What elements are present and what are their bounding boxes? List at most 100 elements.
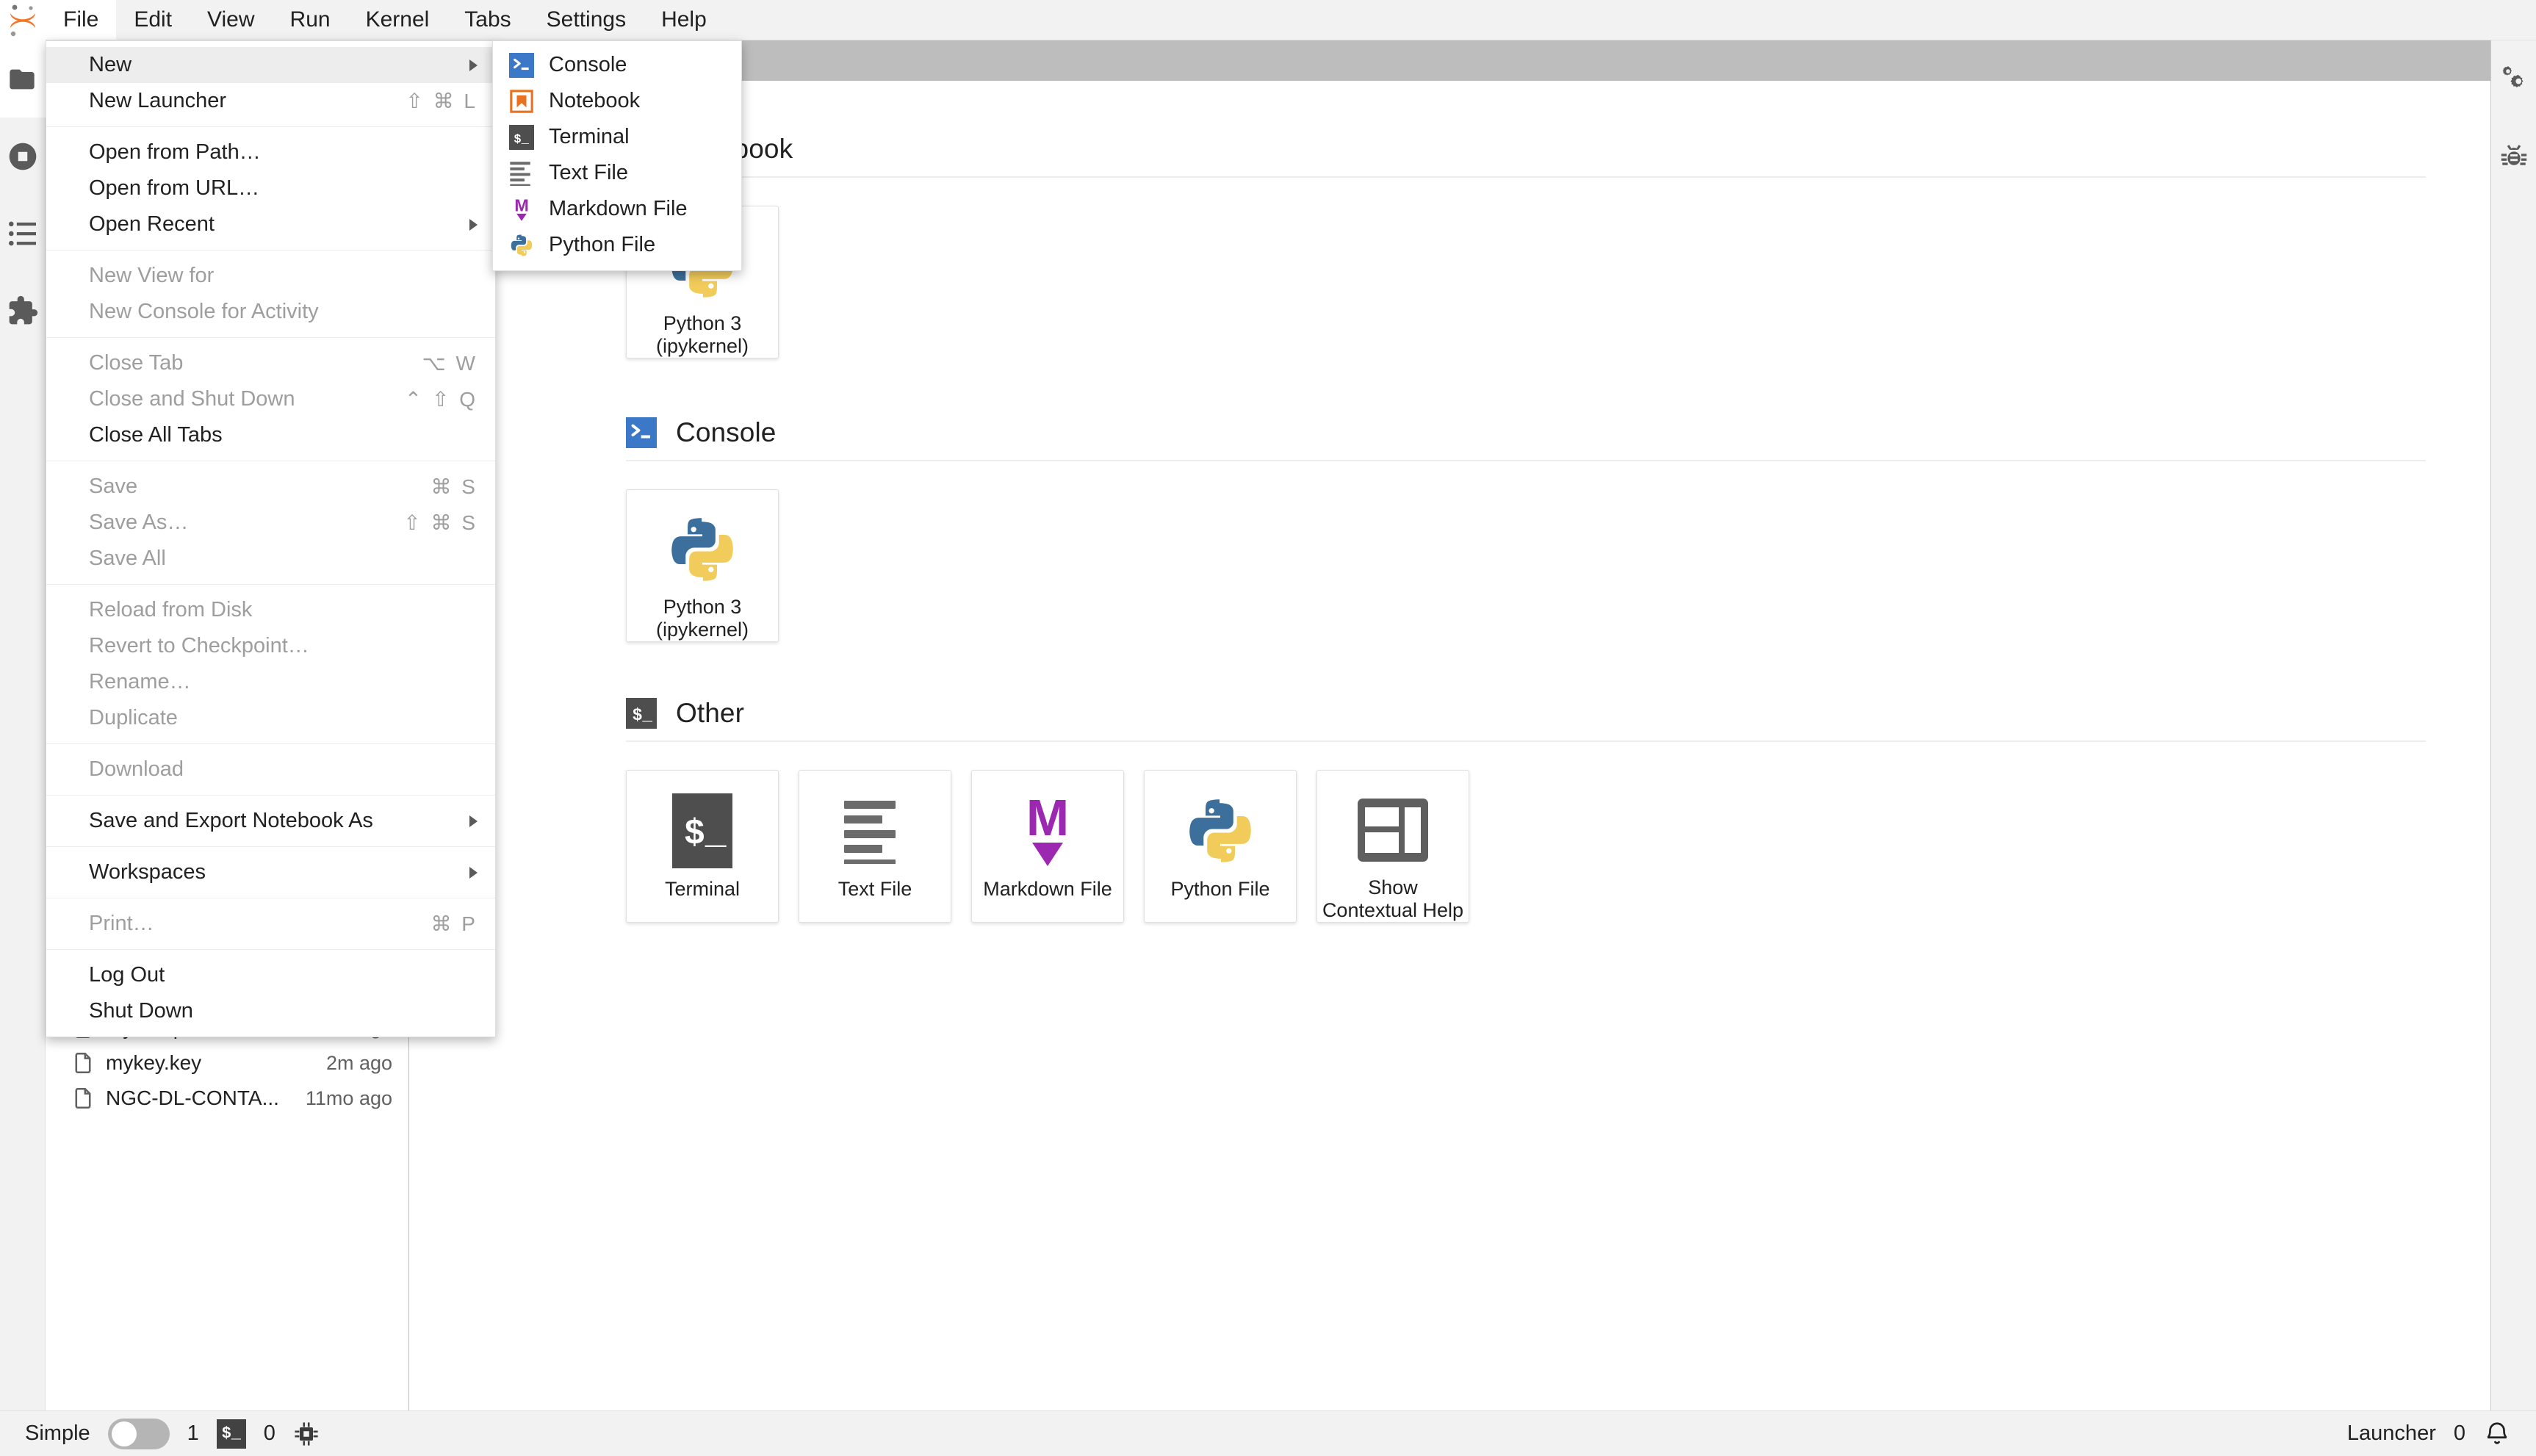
jupyter-logo xyxy=(0,0,46,40)
section-title: Console xyxy=(676,417,776,448)
sidebar-item-extensions[interactable] xyxy=(0,272,46,349)
menu-option-save-as: Save As… ⇧ ⌘ S xyxy=(46,505,495,541)
menu-option-label: Shut Down xyxy=(89,999,478,1023)
menu-option-shortcut: ⌃ ⇧ Q xyxy=(405,387,478,411)
sidebar-item-running[interactable] xyxy=(0,118,46,195)
menu-item-tabs[interactable]: Tabs xyxy=(447,0,528,40)
section-header: Notebook xyxy=(626,134,2426,178)
card-row: Python 3(ipykernel) xyxy=(626,206,2426,358)
card-label: Markdown File xyxy=(979,878,1117,901)
menu-option-save: Save ⌘ S xyxy=(46,469,495,505)
right-activity-bar xyxy=(2490,40,2536,1410)
launcher-card-python-file[interactable]: Python File xyxy=(1144,770,1297,923)
submenu-option-text-file[interactable]: Text File xyxy=(493,155,741,191)
menu-item-edit[interactable]: Edit xyxy=(116,0,190,40)
menu-option-open-from-path[interactable]: Open from Path… xyxy=(46,134,495,170)
menu-option-label: Download xyxy=(89,757,478,782)
submenu-option-terminal[interactable]: $_ Terminal xyxy=(493,119,741,155)
terminal-icon: $_ xyxy=(672,791,732,871)
launcher-panel: Notebook Python 3(ipykernel) xyxy=(409,81,2490,1410)
sidebar-item-file-browser[interactable] xyxy=(0,40,46,118)
stop-circle-icon xyxy=(7,140,39,173)
submenu-option-label: Terminal xyxy=(549,125,630,149)
menu-option-revert-to-checkpoint: Revert to Checkpoint… xyxy=(46,628,495,664)
terminal-count[interactable]: 0 xyxy=(264,1421,275,1446)
gears-icon xyxy=(2498,63,2530,95)
menu-option-label: Close Tab xyxy=(89,351,405,375)
menu-option-label: Save All xyxy=(89,547,478,571)
menu-separator xyxy=(46,584,495,585)
menu-option-workspaces[interactable]: Workspaces xyxy=(46,854,495,890)
menu-option-print: Print… ⌘ P xyxy=(46,906,495,942)
menu-option-new[interactable]: New xyxy=(46,47,495,83)
sidebar-item-property-inspector[interactable] xyxy=(2491,40,2536,118)
menu-option-label: Revert to Checkpoint… xyxy=(89,634,478,658)
menu-option-new-launcher[interactable]: New Launcher ⇧ ⌘ L xyxy=(46,83,495,119)
menu-option-label: Open from URL… xyxy=(89,176,478,201)
menu-option-label: New xyxy=(89,53,456,77)
submenu-option-label: Notebook xyxy=(549,89,640,113)
launcher-card-terminal[interactable]: $_ Terminal xyxy=(626,770,779,923)
menu-item-help[interactable]: Help xyxy=(644,0,724,40)
menu-option-new-view-for: New View for xyxy=(46,258,495,294)
list-icon xyxy=(8,220,37,247)
card-row: $_ Terminal xyxy=(626,770,2426,923)
submenu-option-notebook[interactable]: Notebook xyxy=(493,83,741,119)
file-name: NGC-DL-CONTA... xyxy=(106,1086,306,1110)
menu-option-open-from-url[interactable]: Open from URL… xyxy=(46,170,495,206)
card-label: Terminal xyxy=(660,878,744,901)
menu-separator xyxy=(46,743,495,744)
menu-option-save-and-export-notebook-as[interactable]: Save and Export Notebook As xyxy=(46,803,495,839)
submenu-option-label: Text File xyxy=(549,161,628,185)
launcher-card-contextual-help[interactable]: ShowContextual Help xyxy=(1316,770,1469,923)
card-label: Python 3(ipykernel) xyxy=(652,596,753,641)
simple-mode-label: Simple xyxy=(25,1421,90,1446)
markdown-icon: M xyxy=(509,197,534,222)
file-menu-dropdown: New New Launcher ⇧ ⌘ L Open from Path… O… xyxy=(46,40,496,1037)
menu-item-view[interactable]: View xyxy=(190,0,272,40)
section-header: Console xyxy=(626,417,2426,461)
menu-option-log-out[interactable]: Log Out xyxy=(46,957,495,993)
menu-option-label: Rename… xyxy=(89,670,478,694)
launcher-card-text-file[interactable]: Text File xyxy=(799,770,951,923)
menu-option-download: Download xyxy=(46,752,495,788)
bell-icon[interactable] xyxy=(2483,1420,2511,1448)
launcher-card-python3-console[interactable]: Python 3(ipykernel) xyxy=(626,489,779,642)
menu-option-open-recent[interactable]: Open Recent xyxy=(46,206,495,242)
menu-item-file[interactable]: File xyxy=(46,0,116,40)
svg-text:$_: $_ xyxy=(514,133,529,147)
simple-mode-toggle[interactable] xyxy=(108,1419,170,1449)
submenu-option-markdown-file[interactable]: M Markdown File xyxy=(493,191,741,227)
menu-option-duplicate: Duplicate xyxy=(46,700,495,736)
text-file-icon xyxy=(509,161,534,186)
list-item[interactable]: mykey.key 2m ago xyxy=(46,1045,408,1081)
sidebar-item-debugger[interactable] xyxy=(2491,118,2536,195)
terminal-icon: $_ xyxy=(509,125,534,150)
menu-item-settings[interactable]: Settings xyxy=(529,0,644,40)
menu-separator xyxy=(46,846,495,847)
menu-option-label: Duplicate xyxy=(89,706,478,730)
console-icon xyxy=(626,417,657,448)
chevron-right-icon xyxy=(469,219,478,231)
kernel-count[interactable]: 1 xyxy=(187,1421,199,1446)
card-label: Text File xyxy=(834,878,917,901)
menu-option-label: New View for xyxy=(89,264,478,288)
menu-item-list: File Edit View Run Kernel Tabs Settings … xyxy=(46,0,724,40)
menu-option-close-all-tabs[interactable]: Close All Tabs xyxy=(46,417,495,453)
contextual-help-icon xyxy=(1358,791,1428,869)
text-file-icon xyxy=(844,791,906,871)
menu-item-run[interactable]: Run xyxy=(273,0,348,40)
submenu-option-console[interactable]: Console xyxy=(493,47,741,83)
launcher-card-markdown-file[interactable]: M Markdown File xyxy=(971,770,1124,923)
cpu-icon[interactable] xyxy=(293,1421,320,1447)
menu-option-label: Open from Path… xyxy=(89,140,478,165)
list-item[interactable]: NGC-DL-CONTA... 11mo ago xyxy=(46,1081,408,1116)
notification-count[interactable]: 0 xyxy=(2454,1421,2465,1446)
chevron-right-icon xyxy=(469,815,478,827)
menu-separator xyxy=(46,126,495,127)
submenu-option-python-file[interactable]: Python File xyxy=(493,227,741,263)
menu-item-kernel[interactable]: Kernel xyxy=(348,0,447,40)
menu-option-label: Open Recent xyxy=(89,212,456,237)
menu-option-shut-down[interactable]: Shut Down xyxy=(46,993,495,1029)
sidebar-item-commands[interactable] xyxy=(0,195,46,272)
